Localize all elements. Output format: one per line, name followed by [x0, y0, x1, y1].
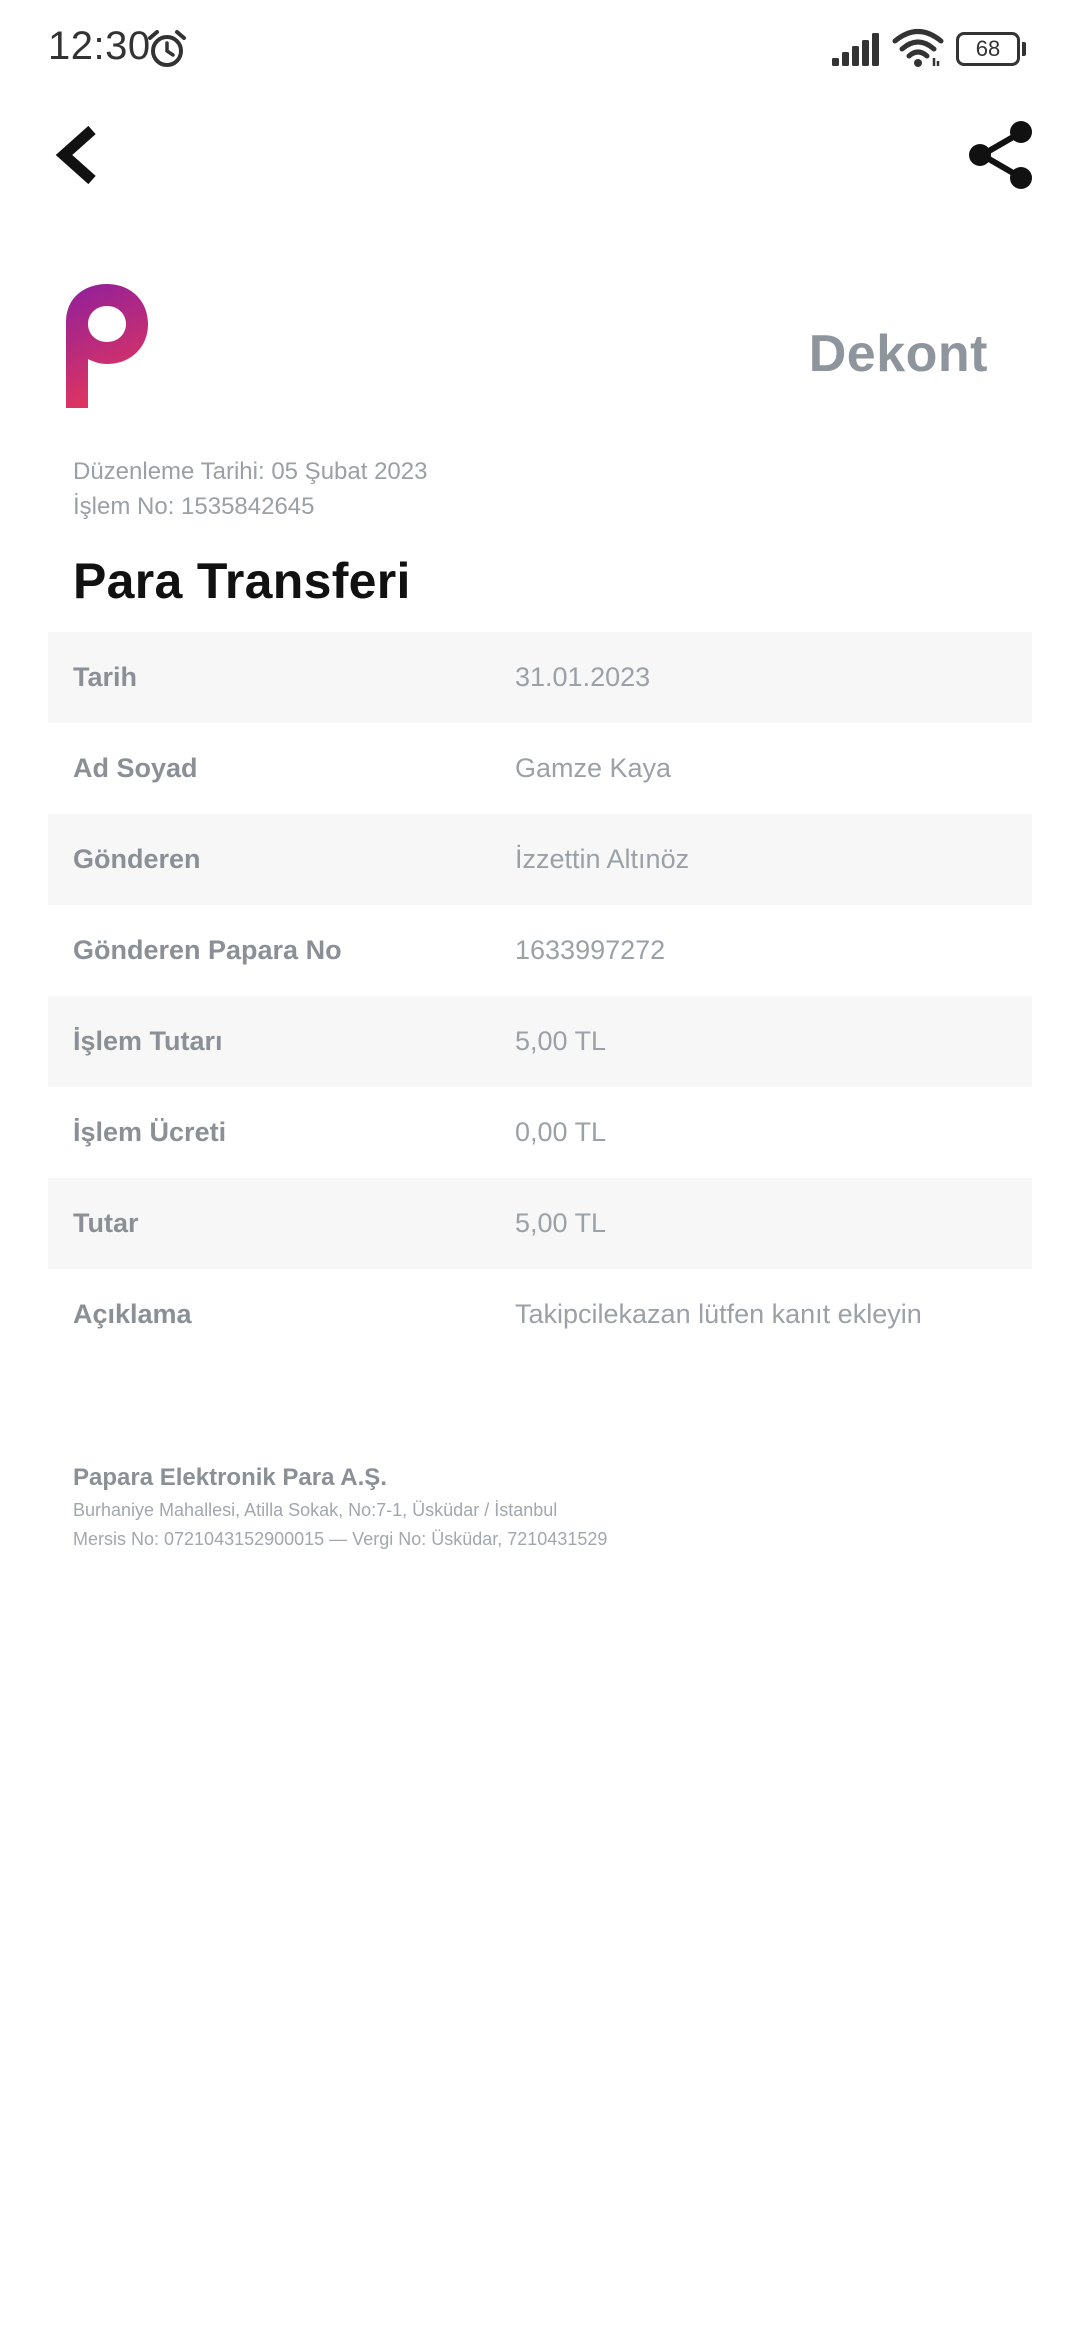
- detail-value: 5,00 TL: [515, 1026, 607, 1056]
- page-title: Para Transferi: [73, 553, 411, 609]
- status-bar: 12:30 68: [0, 0, 1080, 100]
- share-icon: [969, 121, 1032, 189]
- transaction-number: İşlem No: 1535842645: [73, 493, 315, 520]
- detail-row-recipient: Ad Soyad Gamze Kaya: [48, 723, 1032, 814]
- detail-label: Gönderen Papara No: [73, 935, 342, 965]
- detail-row-description: Açıklama Takipcilekazan lütfen kanıt ekl…: [48, 1269, 1032, 1360]
- detail-label: Açıklama: [73, 1299, 192, 1329]
- status-time: 12:30: [48, 24, 151, 68]
- wifi-icon: [892, 29, 944, 67]
- footer-registry: Mersis No: 0721043152900015 — Vergi No: …: [73, 1529, 608, 1549]
- detail-value: İzzettin Altınöz: [515, 844, 690, 874]
- issue-date: Düzenleme Tarihi: 05 Şubat 2023: [73, 458, 428, 485]
- detail-value: Gamze Kaya: [515, 753, 672, 783]
- detail-row-date: Tarih 31.01.2023: [48, 632, 1032, 723]
- company-footer: Papara Elektronik Para A.Ş. Burhaniye Ma…: [73, 1464, 607, 1550]
- detail-value: 1633997272: [515, 935, 666, 965]
- detail-value: 5,00 TL: [515, 1208, 607, 1238]
- signal-icon: [832, 33, 879, 66]
- detail-label: İşlem Ücreti: [73, 1117, 227, 1147]
- share-button[interactable]: [960, 115, 1040, 195]
- receipt-label: Dekont: [808, 325, 988, 383]
- detail-row-sender: Gönderen İzzettin Altınöz: [48, 814, 1032, 905]
- footer-company: Papara Elektronik Para A.Ş.: [73, 1464, 387, 1491]
- detail-value: 0,00 TL: [515, 1117, 607, 1147]
- battery-level: 68: [975, 36, 1001, 61]
- detail-row-total: Tutar 5,00 TL: [48, 1178, 1032, 1269]
- detail-value: 31.01.2023: [515, 662, 651, 692]
- detail-label: Gönderen: [73, 844, 201, 874]
- detail-label: Ad Soyad: [73, 753, 198, 783]
- detail-row-sender-papara-no: Gönderen Papara No 1633997272: [48, 905, 1032, 996]
- alarm-icon: [148, 30, 186, 67]
- chevron-left-icon: [55, 125, 96, 185]
- battery-icon: 68: [956, 32, 1026, 66]
- receipt-details: Tarih 31.01.2023 Ad Soyad Gamze Kaya Gön…: [48, 632, 1032, 1360]
- detail-row-transaction-amount: İşlem Tutarı 5,00 TL: [48, 996, 1032, 1087]
- detail-value: Takipcilekazan lütfen kanıt ekleyin: [515, 1299, 922, 1329]
- papara-logo: [66, 284, 148, 408]
- detail-label: Tutar: [73, 1208, 139, 1238]
- detail-label: İşlem Tutarı: [73, 1026, 223, 1056]
- detail-label: Tarih: [73, 662, 138, 692]
- detail-row-transaction-fee: İşlem Ücreti 0,00 TL: [48, 1087, 1032, 1178]
- footer-address: Burhaniye Mahallesi, Atilla Sokak, No:7-…: [73, 1500, 558, 1520]
- back-button[interactable]: [40, 110, 120, 200]
